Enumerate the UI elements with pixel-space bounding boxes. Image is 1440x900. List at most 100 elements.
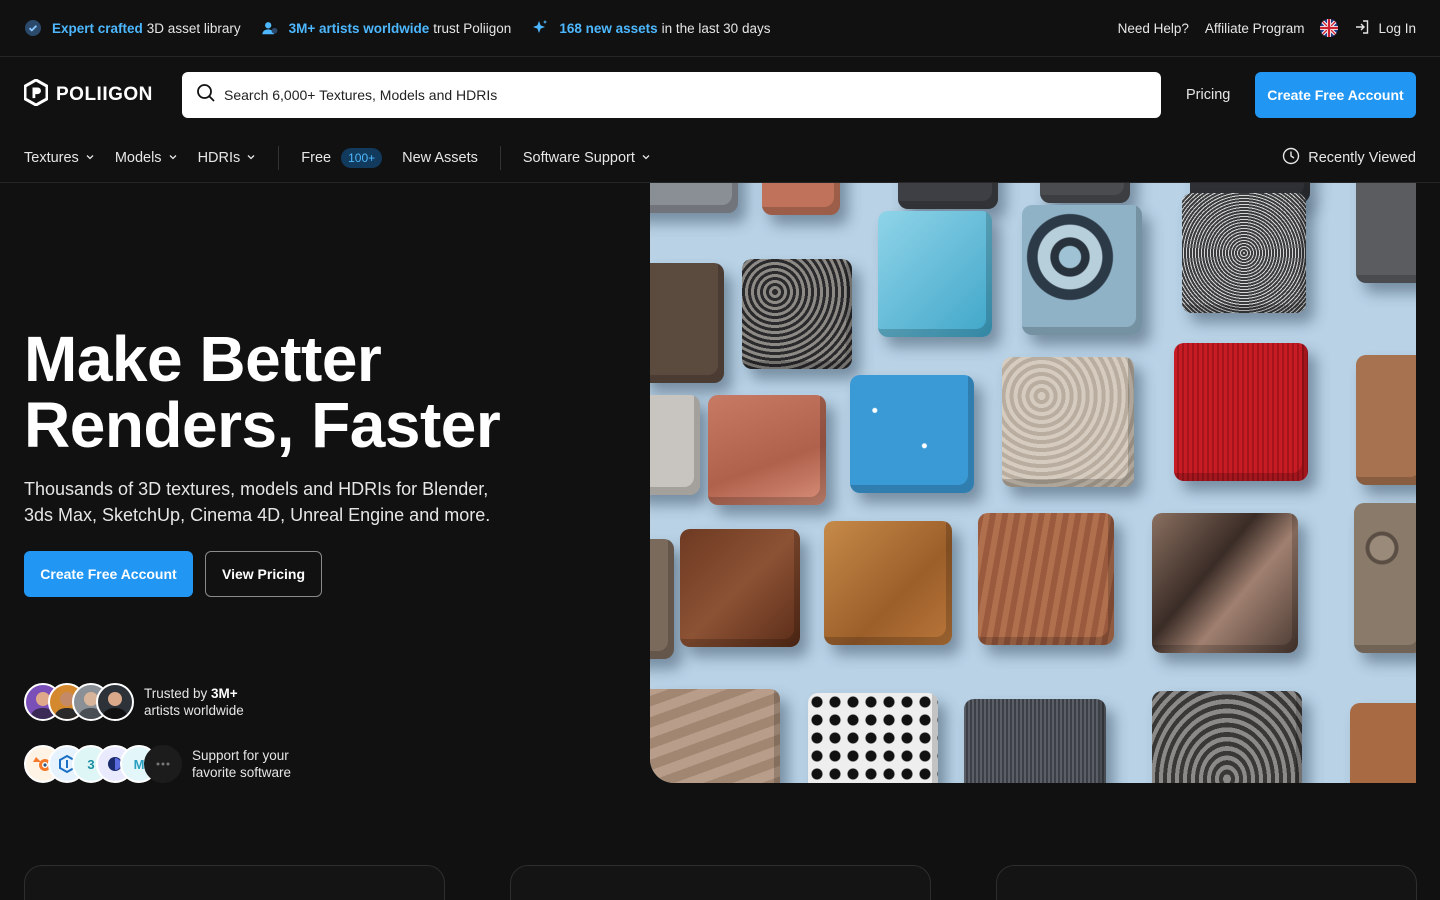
material-tile — [1002, 357, 1134, 487]
hero-title: Make Better Renders, Faster — [24, 326, 624, 458]
trust-prefix: Trusted by — [144, 686, 208, 701]
feature-card — [24, 865, 445, 900]
material-tile — [1350, 703, 1416, 783]
hero-title-line1: Make Better — [24, 323, 382, 395]
users-icon — [261, 19, 279, 37]
nav-label: HDRIs — [197, 149, 241, 166]
trust-suffix: artists worldwide — [144, 703, 244, 718]
hero-title-line2: Renders, Faster — [24, 389, 501, 461]
promo-text: 3D asset library — [146, 20, 241, 36]
nav-divider — [499, 145, 501, 170]
material-tile — [650, 689, 780, 783]
promo-highlight: Expert crafted — [52, 20, 143, 36]
free-count-badge: 100+ — [341, 147, 383, 168]
material-tile — [824, 521, 952, 645]
nav-label: New Assets — [402, 149, 478, 166]
promo-artists: 3M+ artists worldwide trust Poliigon — [261, 19, 512, 37]
nav-label: Textures — [24, 149, 79, 166]
poliigon-logo[interactable]: POLIIGON — [23, 78, 182, 111]
login-link[interactable]: Log In — [1354, 19, 1416, 38]
nav-free[interactable]: Free 100+ — [301, 147, 383, 168]
material-tile — [708, 395, 826, 505]
site-header: POLIIGON Pricing Create Free Account — [0, 57, 1440, 133]
recently-viewed-link[interactable]: Recently Viewed — [1282, 147, 1416, 169]
chevron-down-icon — [246, 150, 256, 166]
promo-highlight: 168 new assets — [559, 20, 658, 36]
nav-label: Software Support — [522, 149, 635, 166]
material-tile — [650, 183, 738, 213]
promo-text: in the last 30 days — [661, 20, 771, 36]
software-support-section: 3 M Support for your favorite software — [24, 745, 291, 783]
verified-badge-icon — [24, 19, 42, 37]
topbar-links: Need Help? Affiliate Program Log In — [1118, 19, 1416, 38]
nav-label: Free — [301, 149, 332, 166]
material-tile — [1182, 193, 1306, 313]
login-icon — [1354, 19, 1370, 38]
chevron-down-icon — [641, 150, 651, 166]
promo-highlight: 3M+ artists worldwide — [288, 20, 430, 36]
need-help-link[interactable]: Need Help? — [1118, 21, 1189, 36]
search-bar[interactable] — [182, 72, 1161, 118]
material-tile — [878, 211, 992, 337]
material-tile — [1354, 503, 1416, 653]
chevron-down-icon — [168, 150, 178, 166]
hero-material-tiles-image — [650, 183, 1416, 783]
announcement-bar: Expert crafted 3D asset library 3M+ arti… — [0, 0, 1440, 57]
trust-count: 3M+ — [211, 686, 238, 701]
hero-subtitle: Thousands of 3D textures, models and HDR… — [24, 476, 524, 528]
sparkle-icon — [531, 19, 549, 37]
material-tile — [650, 263, 724, 383]
create-free-account-button[interactable]: Create Free Account — [1255, 72, 1416, 118]
view-pricing-button[interactable]: View Pricing — [205, 551, 322, 597]
logo-wordmark: POLIIGON — [56, 84, 153, 105]
trusted-by-section: Trusted by 3M+ artists worldwide — [24, 683, 244, 721]
trusted-by-text: Trusted by 3M+ artists worldwide — [144, 685, 244, 719]
material-tile — [1356, 183, 1416, 283]
material-tile — [1356, 355, 1416, 485]
login-label: Log In — [1378, 20, 1416, 36]
material-tile — [1040, 183, 1130, 203]
material-tile — [1152, 691, 1302, 783]
material-tile — [898, 183, 998, 209]
hero-subtitle-line2: 3ds Max, SketchUp, Cinema 4D, Unreal Eng… — [24, 505, 491, 525]
nav-software-support[interactable]: Software Support — [523, 150, 651, 166]
material-tile — [964, 699, 1106, 783]
software-line2: favorite software — [192, 765, 292, 780]
software-line1: Support for your — [192, 748, 289, 763]
more-software-icon — [144, 745, 182, 783]
feature-card — [996, 865, 1417, 900]
promo-expert-crafted: Expert crafted 3D asset library — [24, 19, 241, 37]
clock-icon — [1282, 147, 1300, 169]
material-tile — [1174, 343, 1308, 481]
material-tile — [762, 183, 840, 215]
promo-text: trust Poliigon — [433, 20, 512, 36]
affiliate-program-link[interactable]: Affiliate Program — [1205, 21, 1305, 36]
hero-subtitle-line1: Thousands of 3D textures, models and HDR… — [24, 479, 489, 499]
nav-hdris[interactable]: HDRIs — [198, 150, 257, 166]
material-tile — [808, 693, 938, 783]
material-tile — [978, 513, 1114, 645]
material-tile — [1022, 205, 1142, 335]
hero-create-account-button[interactable]: Create Free Account — [24, 551, 193, 597]
material-tile — [680, 529, 800, 647]
nav-new-assets[interactable]: New Assets — [402, 150, 478, 166]
software-support-text: Support for your favorite software — [192, 747, 291, 781]
feature-cards — [24, 865, 1417, 900]
feature-card — [510, 865, 931, 900]
uk-flag-icon[interactable] — [1320, 19, 1339, 37]
pricing-link[interactable]: Pricing — [1186, 87, 1230, 103]
artist-avatars — [24, 683, 134, 721]
material-tile — [650, 395, 700, 495]
main-nav: Textures Models HDRIs Free 100+ New Asse… — [0, 133, 1440, 183]
avatar — [96, 683, 134, 721]
material-tile — [1152, 513, 1298, 653]
nav-textures[interactable]: Textures — [24, 150, 95, 166]
search-icon — [196, 83, 216, 108]
search-input[interactable] — [224, 87, 1147, 103]
nav-divider — [278, 145, 280, 170]
nav-models[interactable]: Models — [115, 150, 178, 166]
recently-viewed-label: Recently Viewed — [1308, 149, 1416, 166]
chevron-down-icon — [85, 150, 95, 166]
hero-actions: Create Free Account View Pricing — [24, 551, 322, 597]
material-tile — [742, 259, 852, 369]
